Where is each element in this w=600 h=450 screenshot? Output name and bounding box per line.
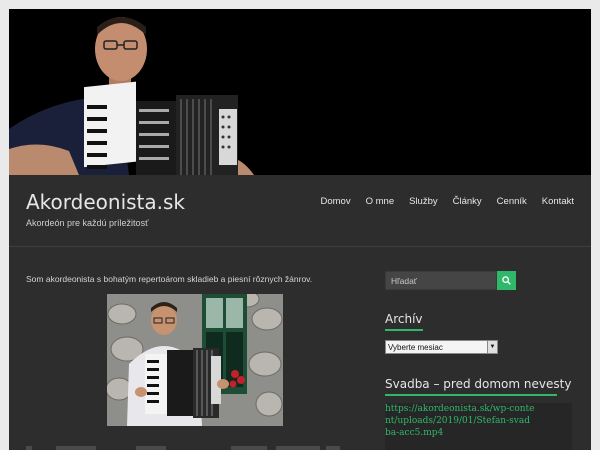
archive-month-select[interactable]: Vyberte mesiac ▼: [385, 340, 498, 354]
dropdown-arrow-icon: ▼: [487, 341, 497, 353]
nav-item-sluzby[interactable]: Služby: [409, 196, 438, 207]
accordionist-photo: [107, 294, 283, 426]
nav-item-cennik[interactable]: Cenník: [497, 196, 527, 207]
intro-text: Som akordeonista s bohatým repertoárom s…: [26, 274, 313, 284]
nav-item-o-mne[interactable]: O mne: [366, 196, 395, 207]
header-banner-image: [9, 9, 591, 175]
archive-title-underline: [385, 329, 423, 331]
site-title[interactable]: Akordeonista.sk: [26, 190, 185, 214]
site-tagline: Akordeón pre každú príležitosť: [26, 218, 149, 228]
post-title-partial: [26, 441, 356, 450]
search-button[interactable]: [497, 271, 516, 290]
main-navigation: Domov O mne Služby Články Cenník Kontakt: [321, 196, 575, 207]
nav-item-clanky[interactable]: Články: [453, 196, 482, 207]
search-form: [385, 271, 516, 290]
archive-select-value: Vyberte mesiac: [388, 342, 443, 352]
archive-widget-title: Archív: [385, 312, 423, 326]
video-file-link[interactable]: https://akordeonista.sk/wp-content/uploa…: [385, 403, 535, 439]
video-title-underline: [385, 394, 557, 396]
nav-item-kontakt[interactable]: Kontakt: [542, 196, 574, 207]
video-widget-title: Svadba – pred domom nevesty: [385, 377, 572, 391]
page-frame: Akordeonista.sk Akordeón pre každú príle…: [9, 9, 591, 450]
search-icon: [502, 276, 511, 285]
search-input[interactable]: [385, 271, 497, 290]
nav-item-domov[interactable]: Domov: [321, 196, 351, 207]
